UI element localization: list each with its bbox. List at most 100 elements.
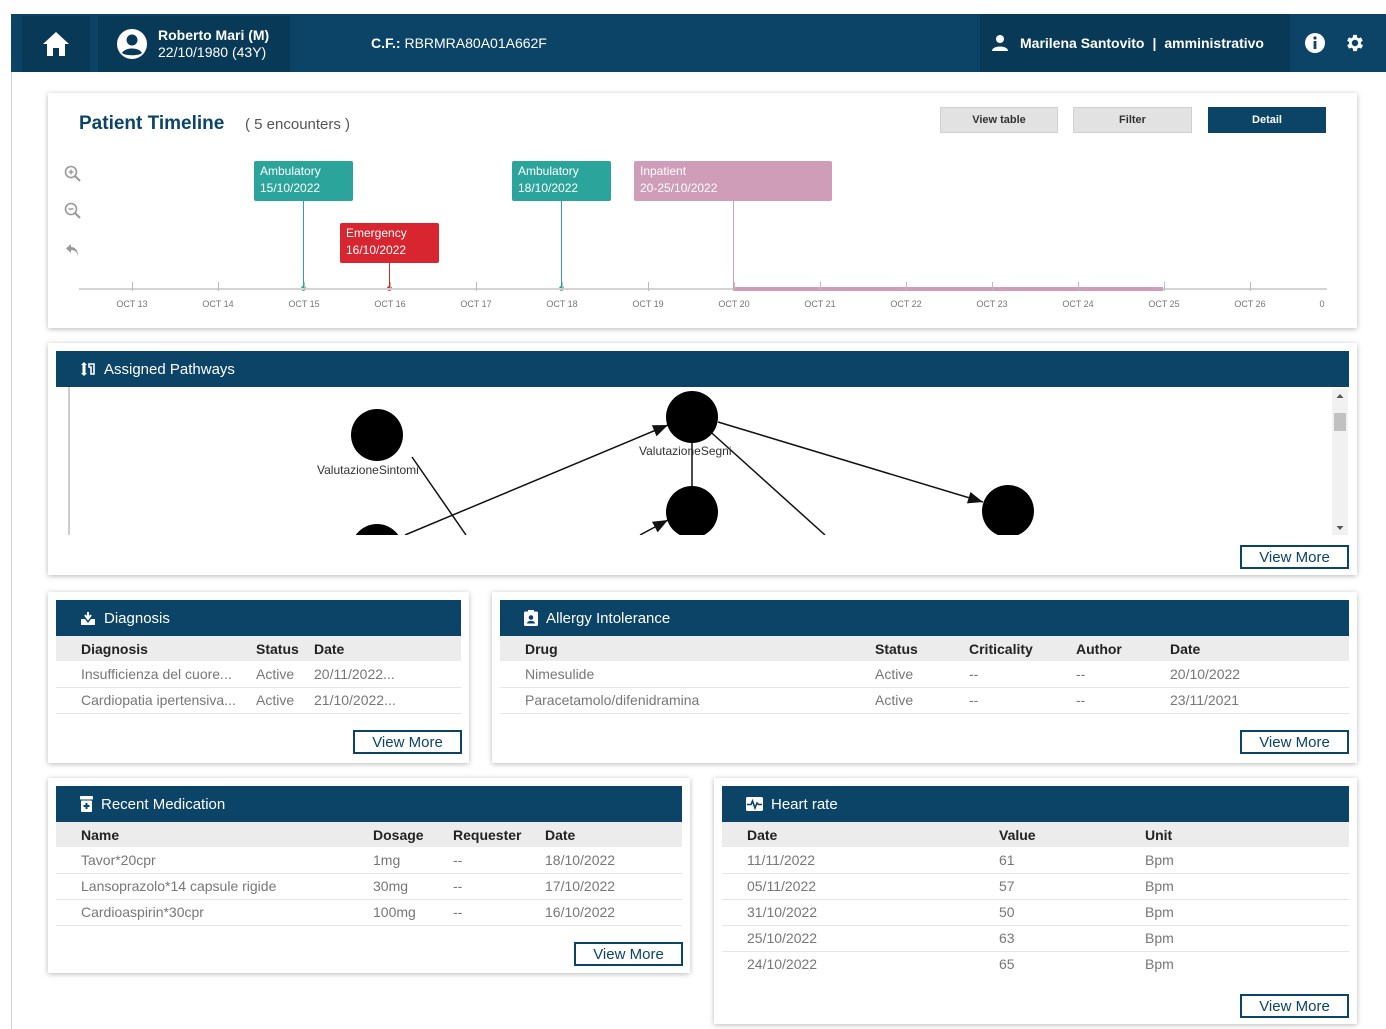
timeline-tick: [1078, 282, 1079, 291]
table-cell: 11/11/2022: [722, 847, 999, 874]
timeline-tick: [820, 282, 821, 291]
column-header: Diagnosis: [56, 636, 256, 661]
table-cell: 05/11/2022: [722, 873, 999, 900]
column-header: Value: [999, 822, 1145, 847]
pathways-view-more-button[interactable]: View More: [1240, 545, 1349, 569]
timeline-tick-label: OCT 25: [1148, 299, 1180, 309]
medication-view-more-button[interactable]: View More: [574, 942, 683, 966]
table-row[interactable]: Paracetamolo/difenidramina Active -- -- …: [500, 687, 1349, 714]
pathway-node: [351, 409, 403, 461]
pathway-scrollbar[interactable]: [1332, 389, 1348, 535]
medication-table: Name Dosage Requester Date Tavor*20cpr 1…: [56, 822, 682, 926]
table-row[interactable]: 24/10/2022 65 Bpm: [722, 951, 1349, 977]
timeline-tick: [304, 282, 305, 291]
table-cell: 17/10/2022: [545, 873, 682, 900]
column-header: Unit: [1145, 822, 1349, 847]
column-header: Date: [722, 822, 999, 847]
timeline-event-ambulatory[interactable]: Ambulatory 15/10/2022: [254, 161, 353, 201]
pill-bottle-icon: [80, 796, 93, 812]
gear-icon[interactable]: [1344, 32, 1366, 54]
table-row[interactable]: Nimesulide Active -- -- 20/10/2022: [500, 661, 1349, 688]
table-row[interactable]: Tavor*20cpr 1mg -- 18/10/2022: [56, 847, 682, 874]
stethoscope-icon: [81, 612, 95, 625]
pathway-node: [666, 486, 718, 535]
table-row[interactable]: Cardiopatia ipertensiva... Active 21/10/…: [56, 687, 461, 714]
timeline-tick-label: OCT 14: [202, 299, 234, 309]
zoom-out-icon[interactable]: [63, 201, 83, 221]
table-cell: 18/10/2022: [545, 847, 682, 874]
undo-icon[interactable]: [63, 240, 83, 260]
pathway-node: [666, 391, 718, 443]
table-cell: 30mg: [373, 873, 453, 900]
table-header-row: Date Value Unit: [722, 822, 1349, 847]
table-row[interactable]: Cardioaspirin*30cpr 100mg -- 16/10/2022: [56, 899, 682, 926]
timeline-tick: [390, 282, 391, 291]
event-date: 18/10/2022: [518, 181, 579, 195]
home-icon: [43, 32, 69, 56]
timeline-tick: [218, 282, 219, 291]
table-cell: 20/10/2022: [1170, 661, 1349, 688]
event-type: Ambulatory: [518, 164, 579, 178]
table-cell: Bpm: [1145, 847, 1349, 874]
timeline-tick-label: OCT 24: [1062, 299, 1094, 309]
pathway-graph[interactable]: ValutazioneSintomi ValutazioneSegni: [68, 387, 1318, 535]
allergy-table: Drug Status Criticality Author Date Nime…: [500, 636, 1349, 714]
patient-info: Roberto Mari (M) 22/10/1980 (43Y): [98, 16, 290, 72]
timeline-tick-label: OCT 19: [632, 299, 664, 309]
diagnosis-view-more-button[interactable]: View More: [353, 730, 462, 754]
pathway-node: [982, 485, 1034, 535]
timeline-tick: [906, 282, 907, 291]
timeline-tick-label: OCT 20: [718, 299, 750, 309]
view-table-button[interactable]: View table: [940, 107, 1058, 133]
timeline-tick-label: OCT 13: [116, 299, 148, 309]
allergy-view-more-button[interactable]: View More: [1240, 730, 1349, 754]
table-row[interactable]: 25/10/2022 63 Bpm: [722, 925, 1349, 952]
pathway-edge: [404, 424, 669, 535]
timeline-event-ambulatory[interactable]: Ambulatory 18/10/2022: [512, 161, 611, 201]
diagnosis-card: Diagnosis Diagnosis Status Date Insuffic…: [48, 592, 469, 763]
table-cell: 65: [999, 956, 1015, 973]
user-name: Marilena Santovito: [1020, 35, 1145, 51]
timeline-event-inpatient[interactable]: Inpatient 20-25/10/2022: [634, 161, 832, 201]
timeline-event-emergency[interactable]: Emergency 16/10/2022: [340, 223, 439, 263]
encounter-count: ( 5 encounters ): [245, 116, 351, 133]
table-row[interactable]: 31/10/2022 50 Bpm: [722, 899, 1349, 926]
user-role: amministrativo: [1164, 35, 1264, 51]
pathway-edge: [639, 519, 669, 535]
info-icon[interactable]: [1304, 32, 1326, 54]
table-row[interactable]: 11/11/2022 61 Bpm: [722, 847, 1349, 874]
patient-dob: 22/10/1980 (43Y): [158, 44, 267, 60]
home-button[interactable]: [22, 16, 90, 72]
pathway-edge: [717, 421, 984, 504]
zoom-in-icon[interactable]: [63, 164, 83, 184]
table-cell: Bpm: [1145, 899, 1349, 926]
column-header: Status: [875, 636, 969, 661]
column-header: Author: [1076, 636, 1170, 661]
timeline-tick-label: OCT 26: [1234, 299, 1266, 309]
pathways-title: Assigned Pathways: [104, 360, 235, 378]
table-cell: 31/10/2022: [722, 899, 999, 926]
diagnosis-title: Diagnosis: [104, 609, 170, 627]
timeline-tick-label: OCT 17: [460, 299, 492, 309]
fiscal-code: C.F.: RBRMRA80A01A662F: [371, 35, 547, 51]
heart-rate-view-more-button[interactable]: View More: [1240, 994, 1349, 1018]
user-menu[interactable]: Marilena Santovito | amministrativo: [980, 14, 1290, 72]
filter-button[interactable]: Filter: [1073, 107, 1192, 133]
table-cell: 24/10/2022: [747, 956, 818, 973]
detail-button[interactable]: Detail: [1208, 107, 1326, 133]
inpatient-duration-bar: [733, 287, 1163, 291]
event-type: Inpatient: [640, 164, 687, 178]
timeline-tick-label: OCT 15: [288, 299, 320, 309]
table-cell: --: [453, 899, 545, 926]
table-cell: 25/10/2022: [722, 925, 999, 952]
timeline-tick: [1164, 282, 1165, 291]
table-cell: 63: [999, 925, 1145, 952]
table-row[interactable]: 05/11/2022 57 Bpm: [722, 873, 1349, 900]
allergy-card: Allergy Intolerance Drug Status Critical…: [492, 592, 1357, 763]
table-cell: Cardioaspirin*30cpr: [56, 899, 373, 926]
table-cell: --: [969, 661, 1076, 688]
table-row[interactable]: Lansoprazolo*14 capsule rigide 30mg -- 1…: [56, 873, 682, 900]
allergy-title: Allergy Intolerance: [546, 609, 671, 627]
table-row[interactable]: Insufficienza del cuore... Active 20/11/…: [56, 661, 461, 688]
heart-rate-table: Date Value Unit 11/11/2022 61 Bpm 05/11/…: [722, 822, 1349, 977]
